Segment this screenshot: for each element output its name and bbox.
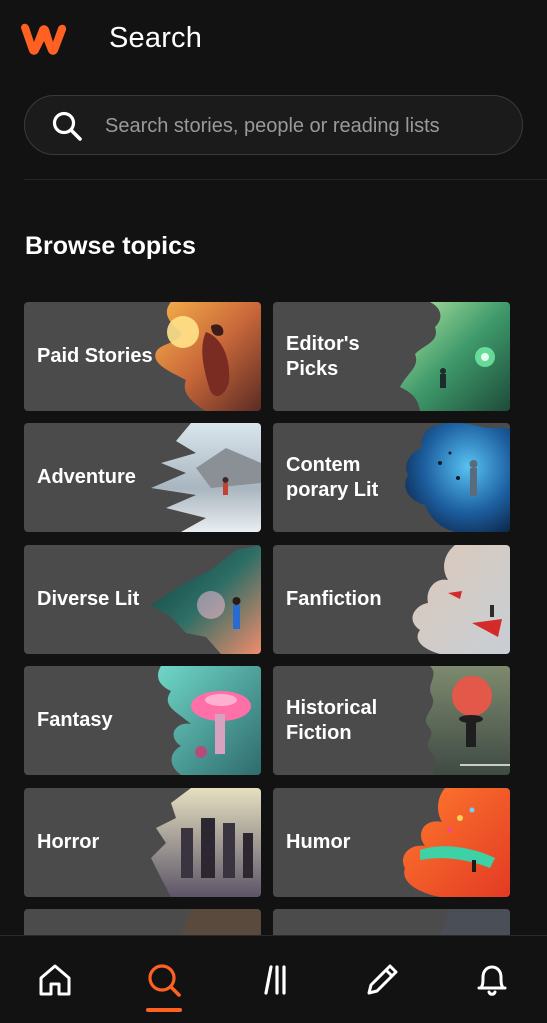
topic-label: Adventure bbox=[37, 466, 136, 488]
topic-label bbox=[37, 909, 172, 935]
topic-card-contemporary-lit[interactable]: Contem porary Lit bbox=[273, 423, 510, 532]
topic-label: Paid Stories bbox=[37, 345, 153, 367]
topic-label: Contem porary Lit bbox=[286, 453, 379, 501]
app-root: Search Browse topics Paid Sto bbox=[0, 0, 547, 1023]
topic-label: Fanfiction bbox=[286, 588, 382, 610]
topic-card-editors-picks[interactable]: Editor's Picks bbox=[273, 302, 510, 411]
notifications-icon[interactable] bbox=[470, 958, 514, 1002]
search-icon[interactable] bbox=[142, 958, 186, 1002]
topic-label: Historical Fiction bbox=[286, 696, 378, 744]
section-title: Browse topics bbox=[25, 232, 196, 260]
topic-card-adventure[interactable]: Adventure bbox=[24, 423, 261, 532]
topic-card-partial[interactable] bbox=[24, 909, 261, 935]
topic-label: Diverse Lit bbox=[37, 588, 140, 610]
topic-card-historical-fiction[interactable]: Historical Fiction bbox=[273, 666, 510, 775]
topic-card-diverse-lit[interactable]: Diverse Lit bbox=[24, 545, 261, 654]
topic-card-fanfiction[interactable]: Fanfiction bbox=[273, 545, 510, 654]
bottom-nav bbox=[0, 935, 547, 1023]
topic-label: Fantasy bbox=[37, 709, 113, 731]
topic-card-horror[interactable]: Horror bbox=[24, 788, 261, 897]
topic-label: Horror bbox=[37, 831, 100, 853]
topic-card-fantasy[interactable]: Fantasy bbox=[24, 666, 261, 775]
topic-card-paid-stories[interactable]: Paid Stories bbox=[24, 302, 261, 411]
home-icon[interactable] bbox=[33, 958, 77, 1002]
topics-grid: Browse topics Paid Stories Editor's Pick… bbox=[0, 0, 547, 935]
topic-card-humor[interactable]: Humor bbox=[273, 788, 510, 897]
library-icon[interactable] bbox=[252, 958, 296, 1002]
topic-label: Humor bbox=[286, 831, 351, 853]
active-tab-indicator bbox=[146, 1008, 182, 1012]
write-icon[interactable] bbox=[360, 958, 404, 1002]
topic-label: Editor's Picks bbox=[286, 332, 360, 380]
topic-card-partial[interactable] bbox=[273, 909, 510, 935]
topic-label bbox=[286, 909, 421, 935]
